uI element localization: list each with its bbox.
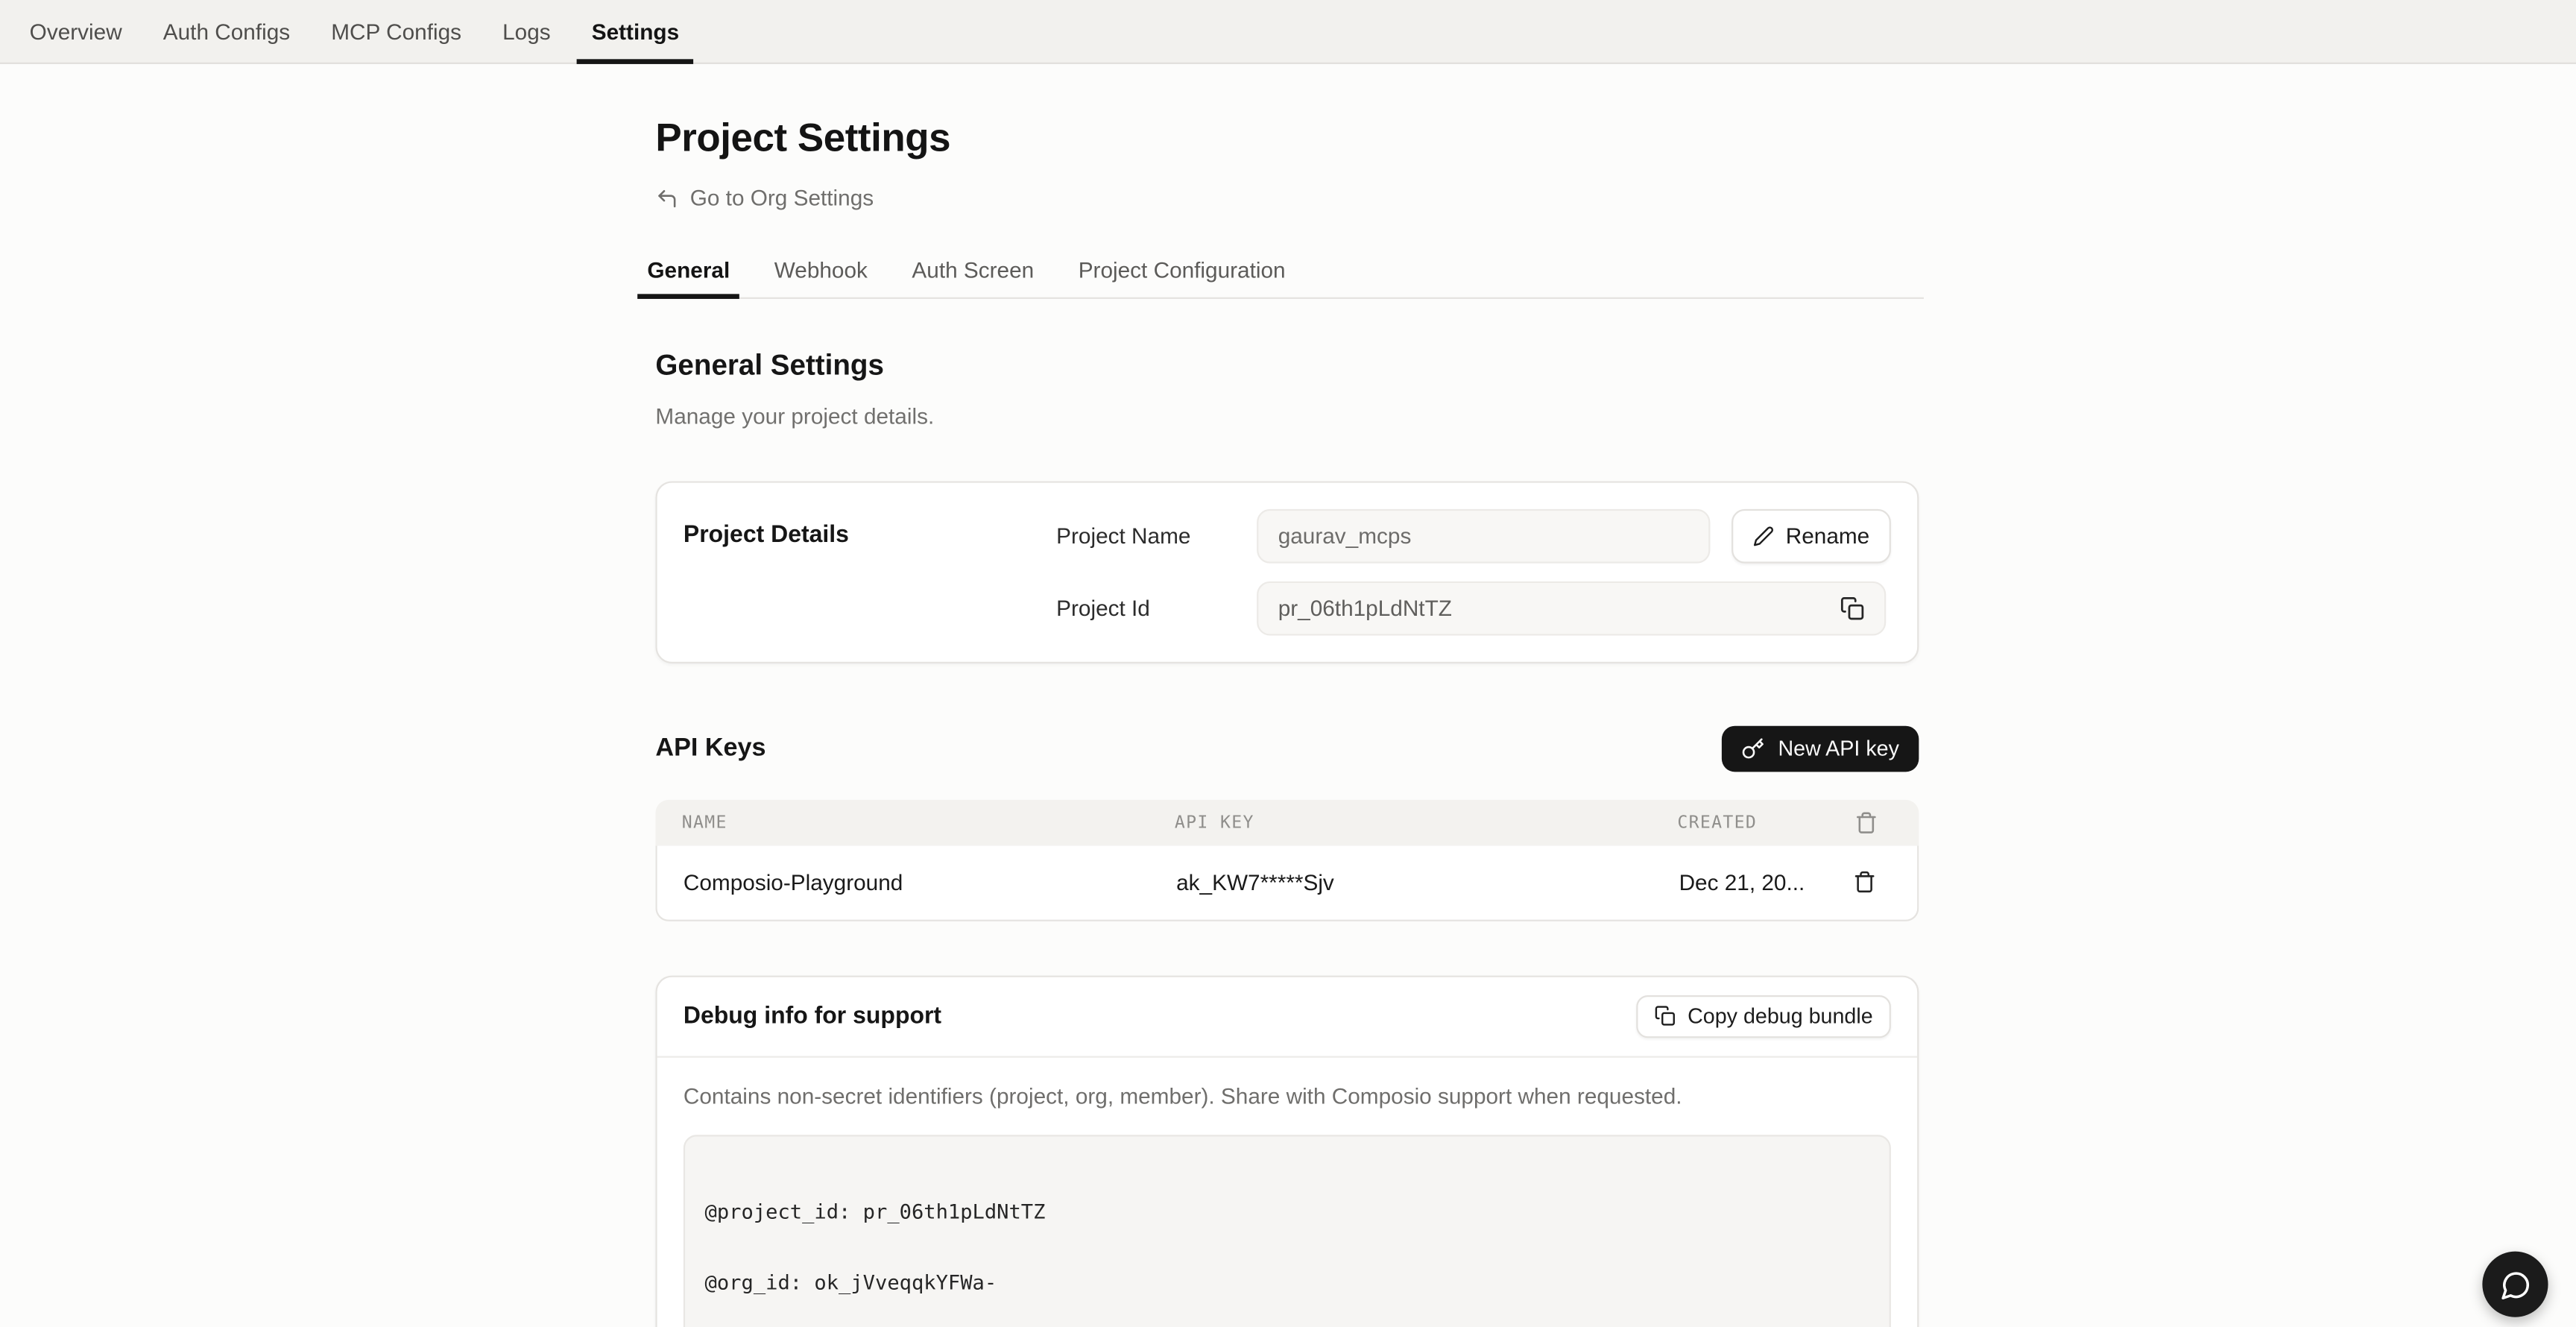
settings-tabs: General Webhook Auth Screen Project Conf… xyxy=(637,257,1924,298)
nav-item-logs[interactable]: Logs xyxy=(487,0,565,63)
rename-button[interactable]: Rename xyxy=(1731,508,1891,563)
tab-project-configuration[interactable]: Project Configuration xyxy=(1068,257,1295,297)
api-key-masked: ak_KW7*****Sjv xyxy=(1176,869,1679,894)
project-name-label: Project Name xyxy=(1056,523,1257,548)
chat-bubble-icon xyxy=(2500,1269,2531,1300)
trash-icon[interactable] xyxy=(1834,810,1899,833)
nav-item-auth-configs[interactable]: Auth Configs xyxy=(148,0,305,63)
tab-general[interactable]: General xyxy=(637,257,739,297)
project-settings-page: Overview Auth Configs MCP Configs Logs S… xyxy=(0,0,2576,1327)
copy-icon xyxy=(1655,1005,1676,1027)
new-api-key-label: New API key xyxy=(1778,736,1898,760)
table-row: Composio-Playground ak_KW7*****Sjv Dec 2… xyxy=(657,845,1918,918)
copy-icon[interactable] xyxy=(1840,596,1865,620)
api-keys-header: API Keys New API key xyxy=(655,725,1919,772)
go-to-org-settings-label: Go to Org Settings xyxy=(690,186,874,210)
page-title: Project Settings xyxy=(655,116,1919,163)
nav-item-overview[interactable]: Overview xyxy=(15,0,137,63)
tab-auth-screen[interactable]: Auth Screen xyxy=(902,257,1044,297)
debug-card-title: Debug info for support xyxy=(684,1003,941,1029)
debug-card-header: Debug info for support Copy debug bundle xyxy=(657,977,1918,1057)
debug-info-card: Debug info for support Copy debug bundle… xyxy=(655,974,1919,1327)
column-header-api-key: API KEY xyxy=(1175,812,1677,831)
code-line: @org_id: ok_jVveqqkYFWa- xyxy=(705,1272,1870,1296)
tab-webhook[interactable]: Webhook xyxy=(765,257,878,297)
rename-button-label: Rename xyxy=(1786,523,1869,548)
copy-debug-bundle-button[interactable]: Copy debug bundle xyxy=(1637,995,1891,1037)
code-line: @project_id: pr_06th1pLdNtTZ xyxy=(705,1200,1870,1224)
nav-item-settings[interactable]: Settings xyxy=(577,0,694,63)
api-key-created: Dec 21, 20... xyxy=(1679,869,1832,894)
column-header-created: CREATED xyxy=(1677,812,1833,831)
column-header-name: NAME xyxy=(682,812,1175,831)
new-api-key-button[interactable]: New API key xyxy=(1723,725,1919,772)
api-keys-heading: API Keys xyxy=(655,734,765,763)
general-settings-heading: General Settings xyxy=(655,347,1919,382)
go-to-org-settings-link[interactable]: Go to Org Settings xyxy=(655,186,874,210)
general-settings-subheading: Manage your project details. xyxy=(655,403,1919,428)
api-keys-table: NAME API KEY CREATED Composio-Playground… xyxy=(655,799,1919,921)
debug-bundle-code-block: @project_id: pr_06th1pLdNtTZ @org_id: ok… xyxy=(684,1134,1891,1327)
copy-debug-bundle-label: Copy debug bundle xyxy=(1688,1003,1873,1028)
project-id-value: pr_06th1pLdNtTZ xyxy=(1278,596,1452,620)
api-key-name: Composio-Playground xyxy=(684,869,1176,894)
general-settings-section: General Settings Manage your project det… xyxy=(655,347,1919,1327)
project-name-row: Project Name gaurav_mcps Rename xyxy=(1056,508,1891,563)
project-name-input[interactable]: gaurav_mcps xyxy=(1257,508,1710,563)
api-keys-table-body: Composio-Playground ak_KW7*****Sjv Dec 2… xyxy=(655,845,1919,920)
project-details-card: Project Details Project Name gaurav_mcps… xyxy=(655,480,1919,663)
key-icon xyxy=(1742,737,1765,760)
nav-item-mcp-configs[interactable]: MCP Configs xyxy=(316,0,476,63)
project-details-title: Project Details xyxy=(684,508,1056,635)
main-content: Project Settings Go to Org Settings xyxy=(655,116,1919,217)
top-navigation: Overview Auth Configs MCP Configs Logs S… xyxy=(0,0,2576,64)
debug-card-body: Contains non-secret identifiers (project… xyxy=(657,1057,1918,1327)
project-id-input: pr_06th1pLdNtTZ xyxy=(1257,581,1886,635)
api-keys-table-header: NAME API KEY CREATED xyxy=(655,799,1919,845)
project-name-value: gaurav_mcps xyxy=(1278,523,1412,548)
chat-fab-button[interactable] xyxy=(2482,1252,2548,1317)
project-id-label: Project Id xyxy=(1056,596,1257,620)
project-id-row: Project Id pr_06th1pLdNtTZ xyxy=(1056,581,1891,635)
pencil-icon xyxy=(1753,525,1775,546)
corner-up-left-icon xyxy=(655,186,678,209)
debug-description: Contains non-secret identifiers (project… xyxy=(684,1083,1891,1108)
trash-icon[interactable] xyxy=(1832,871,1898,894)
